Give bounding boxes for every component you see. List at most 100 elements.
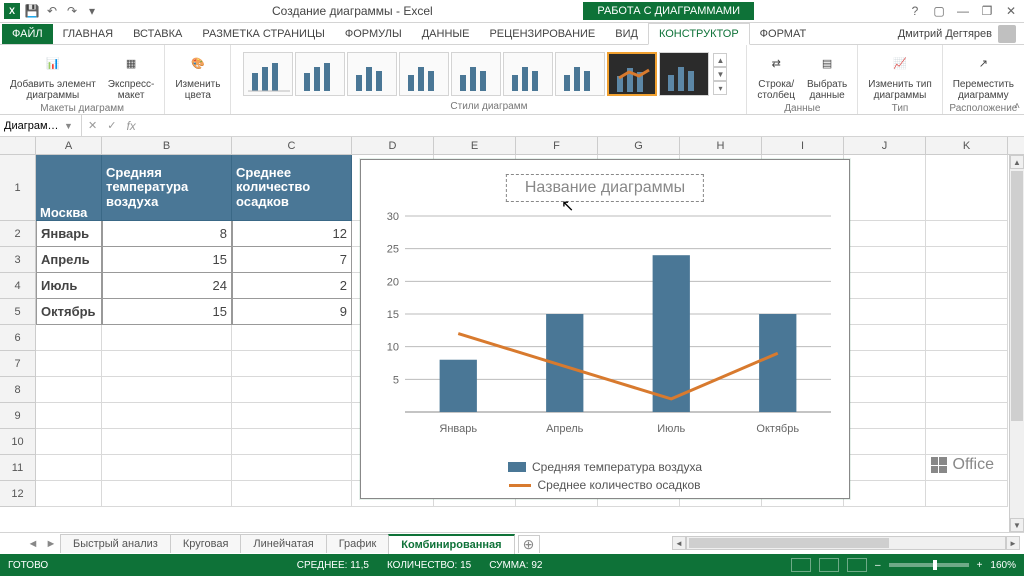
cell[interactable]: 2 [232,273,352,299]
cell[interactable]: Москва [36,155,102,221]
tab-view[interactable]: ВИД [605,24,648,44]
sheet-tab[interactable]: График [326,534,390,553]
cell[interactable]: 24 [102,273,232,299]
add-chart-element-button[interactable]: 📊 Добавить элемент диаграммы [6,47,100,103]
quick-layout-button[interactable]: ▦ Экспресс- макет [104,47,159,103]
chart-style-4[interactable] [399,52,449,96]
chart-title-placeholder[interactable]: Название диаграммы [506,174,704,202]
cell[interactable]: Январь [36,221,102,247]
row-header[interactable]: 2 [0,221,36,247]
chart-plot-area[interactable]: 51015202530ЯнварьАпрельИюльОктябрь [371,210,841,440]
col-header[interactable]: C [232,137,352,154]
page-layout-view-icon[interactable] [819,558,839,572]
chart-style-9[interactable] [659,52,709,96]
row-header[interactable]: 1 [0,155,36,221]
select-data-button[interactable]: ▤ Выбрать данные [803,47,851,103]
help-icon[interactable]: ? [904,2,926,20]
row-header[interactable]: 9 [0,403,36,429]
sheet-nav-prev-icon[interactable]: ◄ [24,538,42,550]
cell[interactable]: 7 [232,247,352,273]
new-sheet-button[interactable]: ⊕ [518,535,540,553]
undo-icon[interactable]: ↶ [44,3,60,19]
chart-style-1[interactable] [243,52,293,96]
chart-legend[interactable]: Средняя температура воздуха Среднее коли… [361,460,849,492]
gallery-more-icon[interactable]: ▾ [713,81,727,95]
chart-style-7[interactable] [555,52,605,96]
scroll-down-icon[interactable]: ▼ [1010,518,1024,532]
col-header[interactable]: D [352,137,434,154]
cell[interactable]: 12 [232,221,352,247]
tab-design[interactable]: КОНСТРУКТОР [648,23,750,45]
zoom-level[interactable]: 160% [990,560,1016,571]
save-icon[interactable]: 💾 [24,3,40,19]
column-headers[interactable]: A B C D E F G H I J K [0,137,1024,155]
col-header[interactable]: J [844,137,926,154]
row-header[interactable]: 4 [0,273,36,299]
chart-style-3[interactable] [347,52,397,96]
tab-format[interactable]: ФОРМАТ [750,24,817,44]
hscroll-left-icon[interactable]: ◄ [672,536,686,550]
tab-review[interactable]: РЕЦЕНЗИРОВАНИЕ [479,24,605,44]
hscroll-right-icon[interactable]: ► [1006,536,1020,550]
qat-customize-icon[interactable]: ▾ [84,3,100,19]
chart-style-6[interactable] [503,52,553,96]
namebox-dropdown-icon[interactable]: ▼ [64,121,73,131]
tab-file[interactable]: ФАЙЛ [2,24,53,44]
tab-pagelayout[interactable]: РАЗМЕТКА СТРАНИЦЫ [192,24,334,44]
enter-icon[interactable]: ✓ [107,119,116,132]
switch-row-column-button[interactable]: ⇄ Строка/ столбец [753,47,799,103]
cell[interactable]: Октябрь [36,299,102,325]
col-header[interactable]: G [598,137,680,154]
ribbon-options-icon[interactable]: ▢ [928,2,950,20]
tab-formulas[interactable]: ФОРМУЛЫ [335,24,412,44]
cell[interactable]: Средняя температура воздуха [102,155,232,221]
tab-home[interactable]: ГЛАВНАЯ [53,24,123,44]
sheet-tab[interactable]: Быстрый анализ [60,534,171,553]
zoom-in-icon[interactable]: + [977,560,983,571]
ribbon-collapse-icon[interactable]: ˄ [1014,101,1020,112]
worksheet-area[interactable]: A B C D E F G H I J K 1 Москва Средняя т… [0,137,1024,532]
cell[interactable]: Среднее количество осадков [232,155,352,221]
horizontal-scrollbar[interactable]: ◄ ► [672,536,1020,550]
col-header[interactable]: I [762,137,844,154]
cell[interactable]: 15 [102,299,232,325]
cell[interactable]: 9 [232,299,352,325]
col-header[interactable]: B [102,137,232,154]
row-header[interactable]: 8 [0,377,36,403]
gallery-scroll[interactable]: ▲ ▼ ▾ [713,53,727,95]
cancel-icon[interactable]: ✕ [88,119,97,132]
chart-style-8[interactable] [607,52,657,96]
gallery-down-icon[interactable]: ▼ [713,67,727,81]
zoom-slider[interactable] [889,563,969,567]
col-header[interactable]: H [680,137,762,154]
user-avatar-icon[interactable] [998,25,1016,43]
col-header[interactable]: F [516,137,598,154]
select-all-corner[interactable] [0,137,36,154]
zoom-out-icon[interactable]: – [875,560,881,571]
name-box-input[interactable] [4,120,60,132]
sheet-tab[interactable]: Линейчатая [240,534,326,553]
sheet-nav-next-icon[interactable]: ► [42,538,60,550]
row-header[interactable]: 6 [0,325,36,351]
col-header[interactable]: A [36,137,102,154]
tab-insert[interactable]: ВСТАВКА [123,24,192,44]
hscroll-thumb[interactable] [689,538,889,548]
scroll-up-icon[interactable]: ▲ [1010,155,1024,169]
minimize-icon[interactable]: — [952,2,974,20]
cell[interactable]: Апрель [36,247,102,273]
restore-icon[interactable]: ❐ [976,2,998,20]
col-header[interactable]: K [926,137,1008,154]
row-header[interactable]: 10 [0,429,36,455]
sheet-tab[interactable]: Круговая [170,534,242,553]
change-chart-type-button[interactable]: 📈 Изменить тип диаграммы [864,47,935,103]
chart-style-5[interactable] [451,52,501,96]
col-header[interactable]: E [434,137,516,154]
scroll-thumb[interactable] [1011,171,1023,421]
vertical-scrollbar[interactable]: ▲ ▼ [1009,155,1024,532]
page-break-view-icon[interactable] [847,558,867,572]
row-header[interactable]: 5 [0,299,36,325]
row-header[interactable]: 12 [0,481,36,507]
chart-style-2[interactable] [295,52,345,96]
cell[interactable]: 8 [102,221,232,247]
close-icon[interactable]: ✕ [1000,2,1022,20]
